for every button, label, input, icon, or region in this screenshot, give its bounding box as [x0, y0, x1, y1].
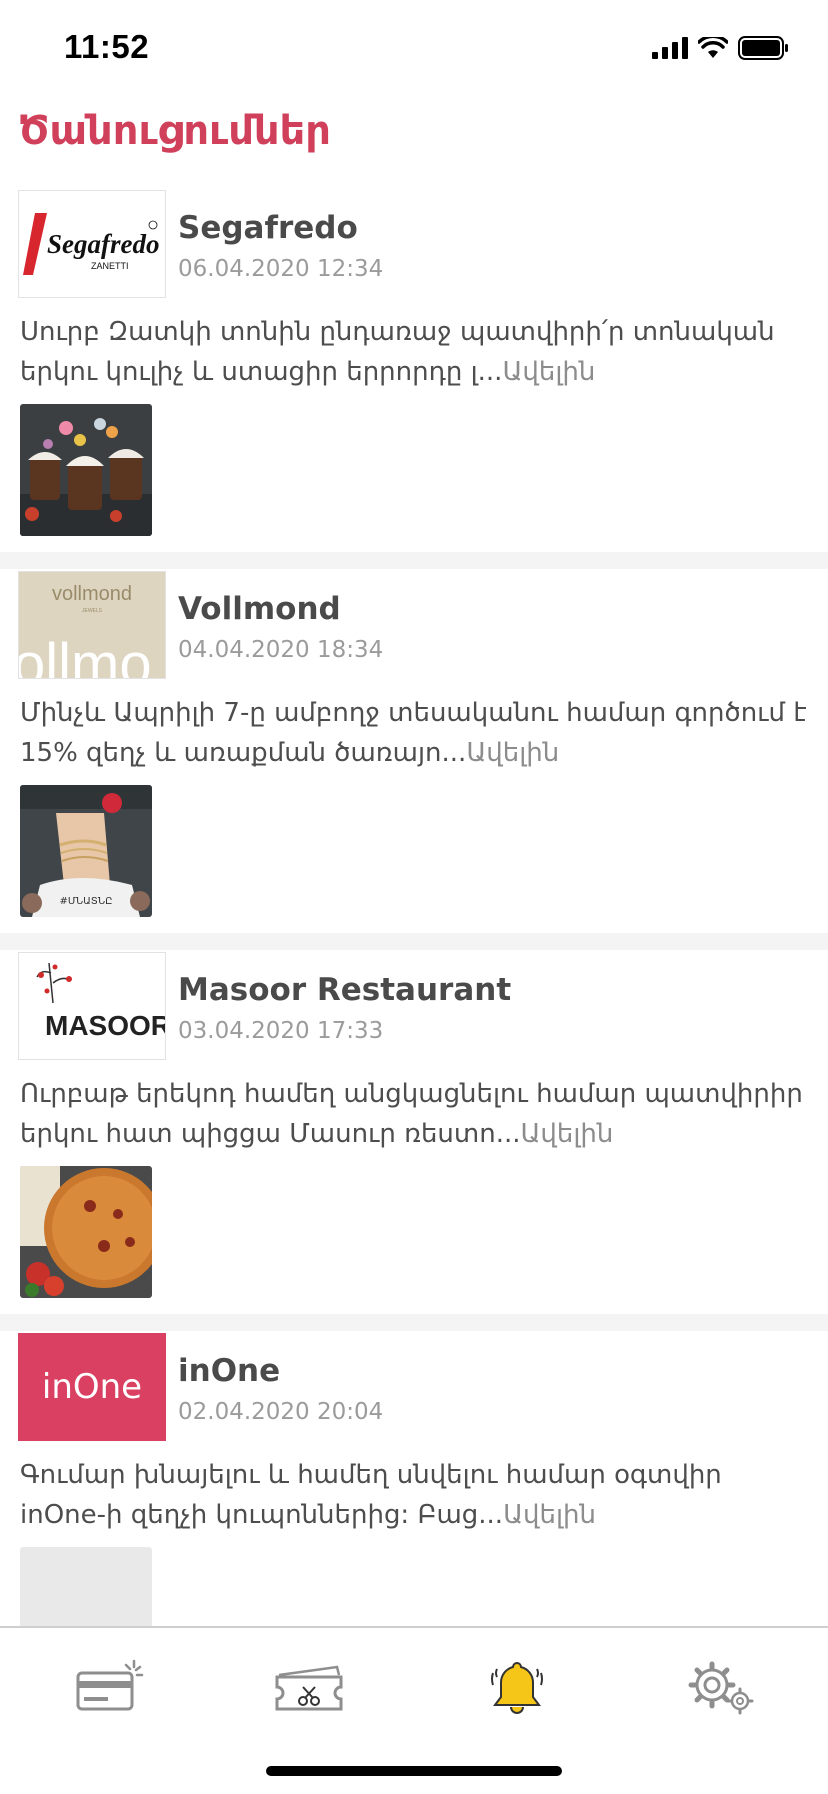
notification-text-body: Սուրբ Զատկի տոնին ընդառաջ պատվիրի՛ր տոնա…: [20, 317, 775, 387]
home-indicator: [266, 1766, 562, 1776]
more-link[interactable]: Ավելին: [521, 1119, 614, 1149]
notifications-feed[interactable]: Segafredo ZANETTI Segafredo 06.04.2020 1…: [0, 188, 828, 1626]
divider: [0, 552, 828, 569]
masoor-logo: MASOOR: [18, 952, 166, 1060]
more-link[interactable]: Ավելին: [503, 1500, 596, 1530]
segafredo-logo-text: Segafredo: [47, 229, 159, 259]
notification-card-masoor[interactable]: MASOOR Masoor Restaurant 03.04.2020 17:3…: [0, 950, 828, 1314]
inone-logo-text: inOne: [42, 1367, 142, 1407]
notification-text-body: Ուրբաթ երեկոդ համեղ անցկացնելու համար պա…: [20, 1079, 803, 1149]
coupon-icon: [275, 1665, 343, 1711]
notification-card-inone[interactable]: inOne inOne 02.04.2020 20:04 Գումար խնայ…: [0, 1331, 828, 1626]
brand-name: inOne: [178, 1353, 281, 1389]
notification-image-pizza[interactable]: [20, 1166, 152, 1298]
settings-icon: [688, 1661, 754, 1715]
tab-settings[interactable]: [676, 1652, 766, 1722]
notification-card-vollmond[interactable]: vollmond JEWELS ollmo Vollmond 04.04.202…: [0, 569, 828, 933]
tab-notifications[interactable]: [472, 1652, 562, 1722]
more-link[interactable]: Ավելին: [502, 357, 595, 387]
notification-card-segafredo[interactable]: Segafredo ZANETTI Segafredo 06.04.2020 1…: [0, 188, 828, 552]
status-bar: 11:52: [0, 0, 828, 100]
notification-date: 04.04.2020 18:34: [178, 637, 384, 663]
notification-image-cakes[interactable]: [20, 404, 152, 536]
vollmond-logo-text: vollmond: [52, 583, 132, 605]
svg-text:ollmo: ollmo: [19, 632, 152, 678]
notification-date: 03.04.2020 17:33: [178, 1018, 384, 1044]
brand-name: Masoor Restaurant: [178, 972, 512, 1008]
divider: [0, 1314, 828, 1331]
notification-text: Գումար խնայելու և համեղ սնվելու համար օգ…: [20, 1455, 810, 1535]
notification-text-body: Գումար խնայելու և համեղ սնվելու համար օգ…: [20, 1460, 722, 1530]
vollmond-image-caption: #ՄՆԱՏՆԸ: [60, 896, 113, 907]
notification-date: 06.04.2020 12:34: [178, 256, 384, 282]
notification-text: Ուրբաթ երեկոդ համեղ անցկացնելու համար պա…: [20, 1074, 810, 1154]
tab-coupons[interactable]: [264, 1652, 354, 1722]
notification-image-inone[interactable]: [20, 1547, 152, 1626]
notification-text: Սուրբ Զատկի տոնին ընդառաջ պատվիրի՛ր տոնա…: [20, 312, 810, 392]
divider: [0, 933, 828, 950]
zanetti-logo-text: ZANETTI: [91, 261, 129, 271]
notification-date: 02.04.2020 20:04: [178, 1399, 384, 1425]
status-icons: [652, 36, 790, 60]
vollmond-logo: vollmond JEWELS ollmo: [18, 571, 166, 679]
bell-icon: [491, 1661, 543, 1714]
brand-name: Segafredo: [178, 210, 358, 246]
inone-logo: inOne: [18, 1333, 166, 1441]
segafredo-logo: Segafredo ZANETTI: [18, 190, 166, 298]
more-link[interactable]: Ավելին: [466, 738, 559, 768]
jewels-logo-text: JEWELS: [82, 608, 103, 614]
cellular-signal-icon: [652, 37, 688, 59]
status-time: 11:52: [64, 28, 150, 65]
wifi-icon: [698, 37, 728, 58]
battery-icon: [738, 36, 788, 60]
masoor-logo-text: MASOOR: [45, 1010, 165, 1041]
notification-image-bracelets[interactable]: #ՄՆԱՏՆԸ: [20, 785, 152, 917]
card-icon: [76, 1659, 144, 1711]
notification-text-body: Մինչև Ապրիլի 7-ը ամբողջ տեսականու համար …: [20, 698, 807, 768]
page-title: Ծանուցումներ: [18, 108, 331, 154]
tab-cards[interactable]: [64, 1652, 154, 1722]
brand-name: Vollmond: [178, 591, 341, 627]
notification-text: Մինչև Ապրիլի 7-ը ամբողջ տեսականու համար …: [20, 693, 810, 773]
